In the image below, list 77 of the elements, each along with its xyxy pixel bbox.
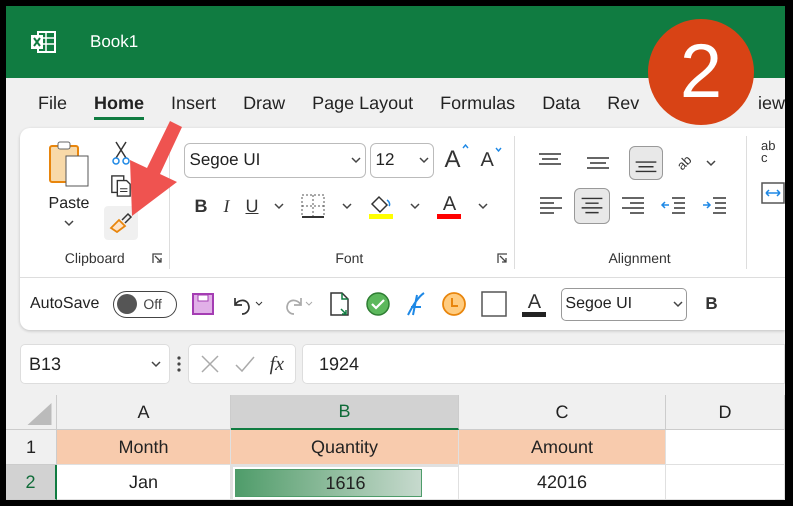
clipboard-icon: [48, 140, 90, 188]
shrink-font-button[interactable]: A: [480, 145, 502, 175]
ribbon-tab[interactable]: iew: [758, 92, 785, 120]
font-name-field[interactable]: Segoe UI: [561, 288, 688, 320]
paste-button[interactable]: Paste: [44, 140, 94, 247]
clock-icon[interactable]: [441, 291, 468, 317]
check-circle-icon[interactable]: [365, 291, 392, 317]
chevron-icon: [706, 160, 716, 166]
font-color-button[interactable]: A: [436, 194, 462, 218]
orientation-button[interactable]: ab: [672, 151, 696, 175]
table-cell: Amount: [459, 430, 666, 465]
chevron-icon: [342, 202, 352, 210]
chevron-icon: [64, 220, 74, 227]
wrap-text-button[interactable]: ab c: [761, 140, 785, 164]
italic-button[interactable]: I: [223, 192, 230, 220]
save-icon[interactable]: [191, 292, 216, 316]
chevron-icon: [478, 202, 488, 210]
paintbrush-icon: [109, 212, 133, 234]
chevron-icon: [410, 202, 420, 210]
text-color-button[interactable]: A: [521, 292, 548, 316]
column-header[interactable]: A: [57, 395, 231, 430]
group-label: Font: [335, 248, 364, 268]
table-cell: Quantity: [231, 430, 459, 465]
column-header[interactable]: B: [231, 395, 459, 430]
ribbon-tab[interactable]: Insert: [171, 92, 216, 120]
font-size-field[interactable]: 12: [370, 142, 434, 178]
ribbon-tab[interactable]: Rev: [607, 92, 640, 120]
document-icon[interactable]: [329, 291, 352, 317]
font-name-field[interactable]: Segoe UI: [184, 142, 366, 178]
chevron-icon: [419, 156, 430, 164]
bold-button[interactable]: B: [194, 192, 208, 220]
merge-cells-icon[interactable]: [761, 182, 785, 204]
autosave-label: AutoSave: [30, 294, 100, 314]
ribbon-tab[interactable]: File: [38, 92, 68, 120]
table-cell: Jan: [57, 465, 231, 500]
chevron-icon: [274, 202, 284, 210]
pen-stroke-icon[interactable]: [405, 291, 428, 317]
chevron-icon: [673, 300, 684, 308]
more-icon[interactable]: [176, 355, 182, 373]
row-header[interactable]: 2: [6, 465, 57, 500]
grow-font-button[interactable]: A: [444, 142, 468, 178]
corner-triangle-icon: [27, 402, 53, 426]
table-cell: 42016: [459, 465, 666, 500]
ribbon-tab[interactable]: Page Layout: [312, 92, 414, 120]
borders-icon[interactable]: [300, 193, 326, 219]
ribbon-tab[interactable]: Formulas: [440, 92, 516, 120]
bold-button[interactable]: B: [705, 291, 718, 317]
formula-field[interactable]: 1924: [302, 344, 785, 384]
dialog-launcher-icon[interactable]: [152, 253, 164, 264]
ribbon-tab[interactable]: Draw: [243, 92, 286, 120]
chevron-icon: [351, 156, 362, 164]
align-icon[interactable]: [629, 146, 664, 180]
ribbon-tab[interactable]: Data: [542, 92, 580, 120]
table-cell: Month: [57, 430, 231, 465]
ribbon-tab[interactable]: Home: [94, 92, 144, 120]
autosave-toggle[interactable]: Off: [113, 290, 178, 318]
window-title: Book1: [90, 31, 138, 54]
underline-button[interactable]: U: [245, 192, 258, 220]
align-icon[interactable]: [574, 188, 610, 224]
column-header[interactable]: D: [666, 395, 785, 430]
dialog-launcher-icon[interactable]: [497, 253, 508, 264]
caret-down-icon: [494, 147, 502, 152]
spreadsheet-app-icon: [30, 30, 56, 54]
insert-function-button[interactable]: fx: [270, 349, 284, 379]
check-icon[interactable]: [234, 355, 256, 373]
format-painter-button[interactable]: [104, 206, 138, 240]
row-header[interactable]: 1: [6, 430, 57, 465]
copy-icon[interactable]: [110, 174, 132, 198]
caret-up-icon: [462, 144, 468, 149]
square-icon[interactable]: [481, 291, 508, 317]
column-header[interactable]: C: [459, 395, 666, 430]
name-box[interactable]: B13: [20, 344, 170, 384]
group-label: Alignment: [608, 248, 671, 268]
chevron-icon: [151, 360, 161, 368]
table-cell: 1616: [231, 465, 459, 500]
group-label: Clipboard: [64, 248, 125, 268]
scissors-icon[interactable]: [111, 140, 131, 166]
